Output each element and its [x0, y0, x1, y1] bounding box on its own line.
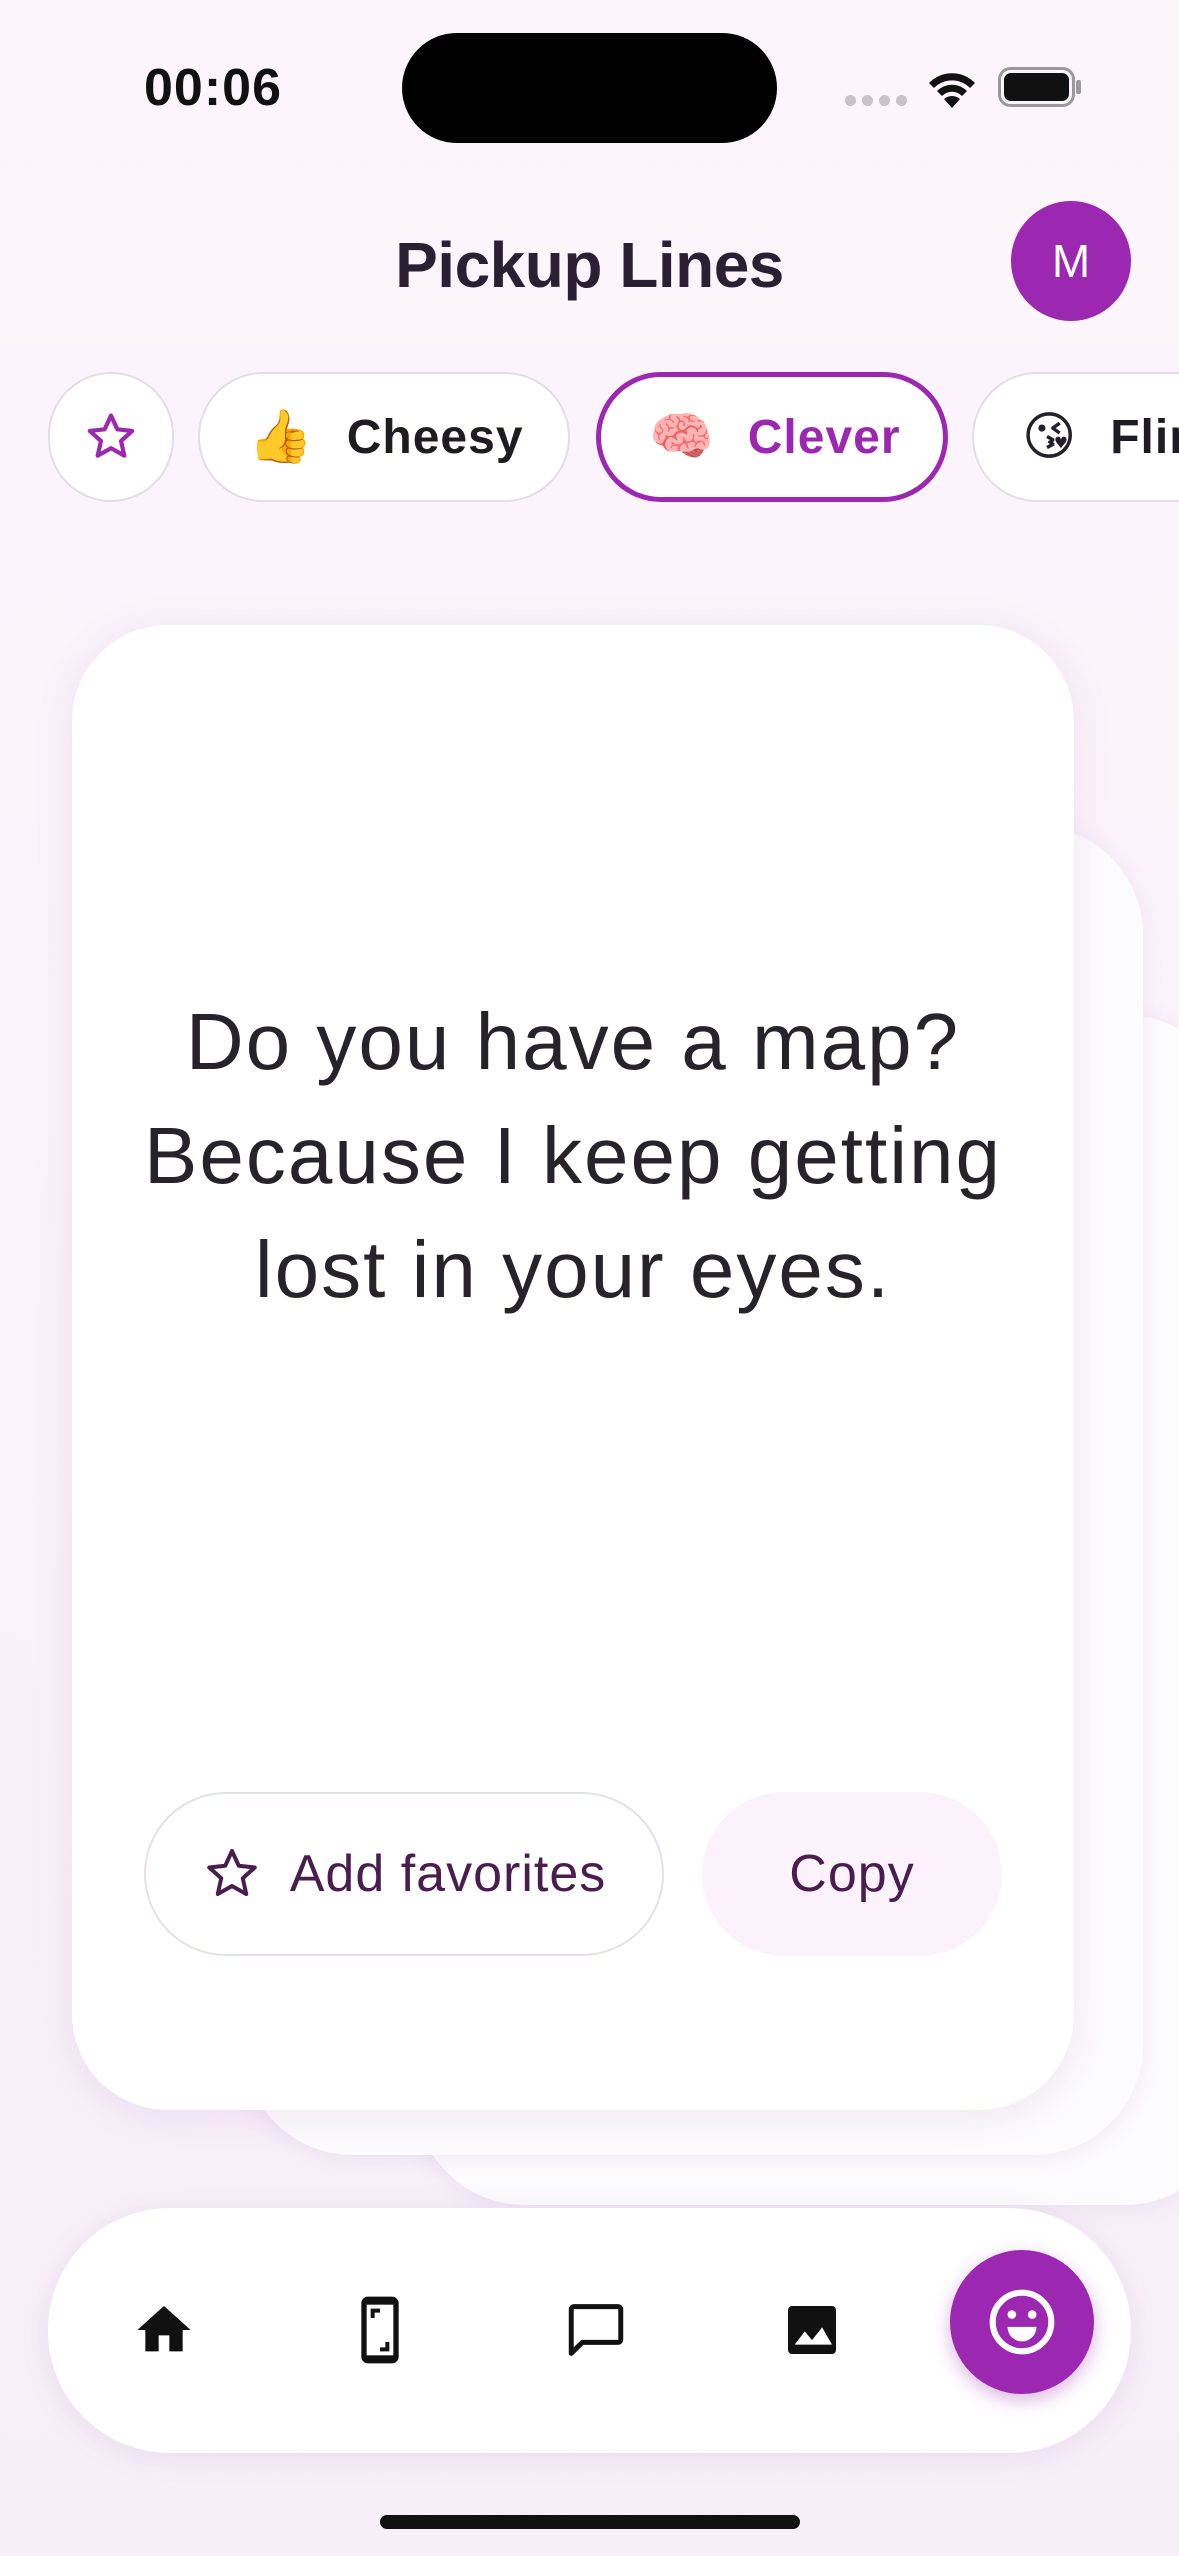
status-bar: 00:06 [0, 0, 1179, 180]
status-time: 00:06 [144, 59, 282, 117]
brain-icon: 🧠 [649, 408, 714, 466]
wifi-icon [929, 73, 975, 108]
favorites-filter-chip[interactable] [48, 372, 174, 502]
home-indicator [380, 2515, 800, 2529]
category-chip-row[interactable]: 👍 Cheesy 🧠 Clever 😘 Flirty [0, 370, 1179, 505]
add-favorites-button[interactable]: Add favorites [144, 1792, 664, 1956]
star-outline-icon [87, 413, 135, 458]
phone-frame-icon [361, 2296, 399, 2364]
avatar[interactable]: M [1011, 201, 1131, 321]
add-favorites-label: Add favorites [289, 1845, 607, 1903]
star-outline-icon [207, 1849, 257, 1896]
copy-button[interactable]: Copy [702, 1792, 1002, 1956]
kiss-face-icon: 😘 [1022, 408, 1077, 466]
chat-icon [568, 2304, 624, 2356]
battery-icon [998, 67, 1081, 107]
category-chip-label: Clever [747, 410, 901, 464]
category-chip-cheesy[interactable]: 👍 Cheesy [198, 372, 570, 502]
category-chip-label: Cheesy [346, 410, 524, 464]
nav-gallery[interactable] [772, 2290, 852, 2370]
pickup-line-text: Do you have a map? Because I keep gettin… [144, 997, 1002, 1314]
home-icon [137, 2306, 191, 2352]
nav-home[interactable] [124, 2290, 204, 2370]
thumbs-up-icon: 👍 [248, 408, 313, 466]
nav-device-frame[interactable] [340, 2290, 420, 2370]
bottom-nav-bar [48, 2208, 1131, 2453]
copy-label: Copy [789, 1845, 915, 1903]
smiley-action-button[interactable] [950, 2250, 1094, 2394]
pickup-line-card[interactable]: Do you have a map? Because I keep gettin… [72, 625, 1074, 2110]
app-header: Pickup Lines M [0, 180, 1179, 345]
category-chip-label: Flirty [1110, 410, 1179, 464]
smiley-icon [989, 2289, 1055, 2355]
category-chip-flirty[interactable]: 😘 Flirty [972, 372, 1179, 502]
cellular-signal-icon [845, 95, 907, 107]
page-title: Pickup Lines [395, 229, 784, 301]
category-chip-clever[interactable]: 🧠 Clever [596, 372, 948, 502]
dynamic-island [402, 33, 777, 143]
nav-chat[interactable] [556, 2290, 636, 2370]
image-icon [788, 2306, 836, 2354]
